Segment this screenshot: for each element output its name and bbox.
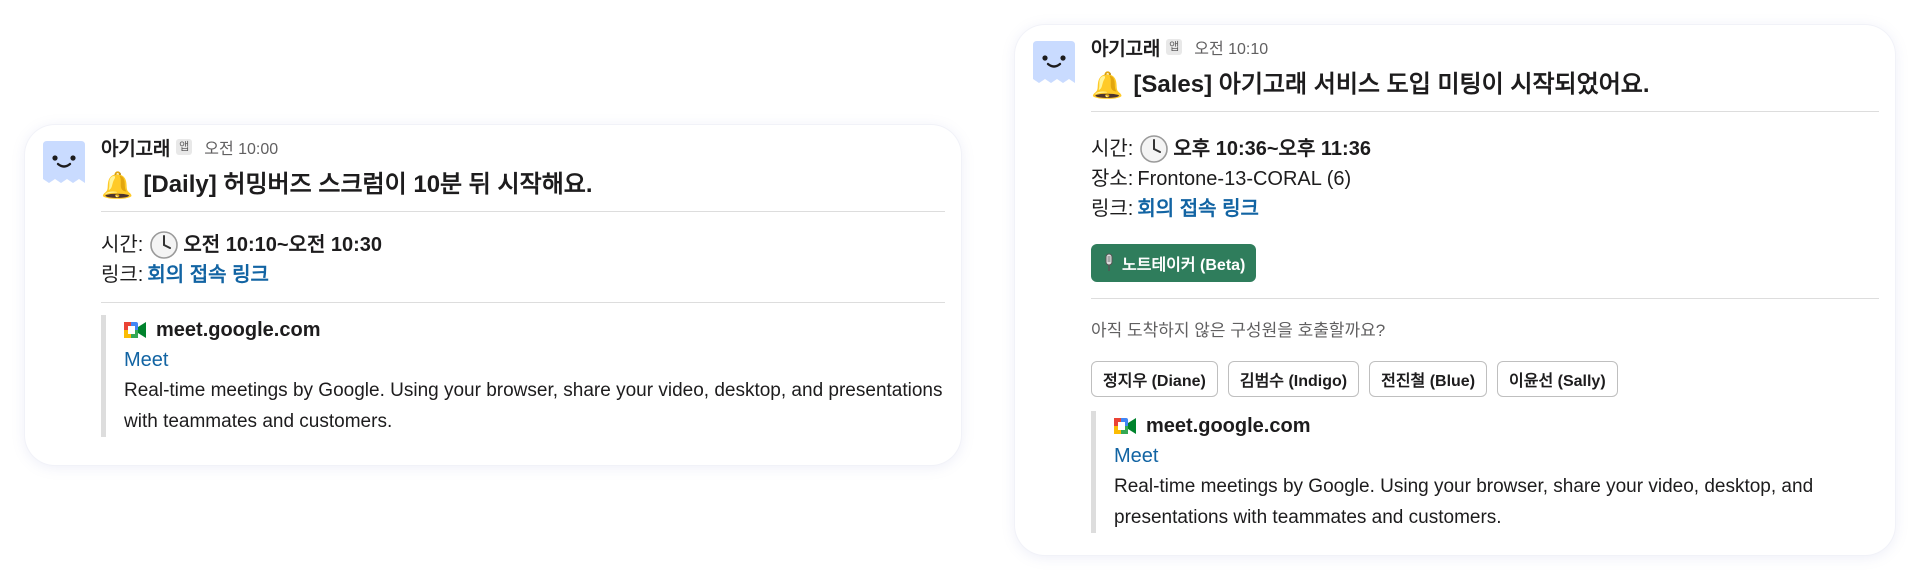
message-timestamp[interactable]: 오전 10:00 [204, 135, 278, 159]
sender-name[interactable]: 아기고래 [1091, 34, 1160, 61]
member-button-diane[interactable]: 정지우 (Diane) [1091, 361, 1218, 397]
google-meet-icon [1114, 417, 1136, 435]
google-meet-icon [124, 321, 146, 339]
meeting-join-link[interactable]: 회의 접속 링크 [147, 260, 269, 290]
member-button-indigo[interactable]: 김범수 (Indigo) [1227, 361, 1360, 397]
message-title: 🔔 [Daily] 허밍버즈 스크럼이 10분 뒤 시작해요. [101, 169, 947, 201]
link-preview: meet.google.com Meet Real-time meetings … [101, 315, 947, 437]
time-row: 시간: 오후 10:36~오후 11:36 [1091, 134, 1881, 164]
clock-icon [1139, 134, 1169, 164]
time-value: 오전 10:10~오전 10:30 [183, 234, 383, 256]
app-badge: 앱 [1166, 39, 1183, 55]
app-badge: 앱 [176, 139, 193, 155]
divider [101, 302, 945, 303]
microphone-icon [1102, 253, 1116, 273]
message-meta: 아기고래 앱 오전 10:00 [101, 134, 947, 161]
link-row: 링크: 회의 접속 링크 [1091, 194, 1881, 224]
message-content: 아기고래 앱 오전 10:10 🔔 [Sales] 아기고래 서비스 도입 미팅… [1091, 35, 1881, 533]
time-row: 시간: 오전 10:10~오전 10:30 [101, 230, 947, 260]
message-title-text: [Daily] 허밍버즈 스크럼이 10분 뒤 시작해요. [143, 171, 593, 198]
preview-title-link[interactable]: Meet [124, 345, 947, 375]
place-row: 장소: Frontone-13-CORAL (6) [1091, 164, 1881, 194]
preview-title-link[interactable]: Meet [1114, 441, 1881, 471]
time-label: 시간: [101, 234, 144, 256]
member-call-buttons: 정지우 (Diane) 김범수 (Indigo) 전진철 (Blue) 이윤선 … [1091, 361, 1881, 397]
time-value: 오후 10:36~오후 11:36 [1173, 138, 1371, 160]
link-label: 링크: [101, 264, 144, 286]
message-card-daily: 아기고래 앱 오전 10:00 🔔 [Daily] 허밍버즈 스크럼이 10분 … [25, 125, 961, 465]
message-timestamp[interactable]: 오전 10:10 [1194, 35, 1268, 59]
link-row: 링크: 회의 접속 링크 [101, 260, 947, 290]
message-title-text: [Sales] 아기고래 서비스 도입 미팅이 시작되었어요. [1133, 71, 1650, 98]
bell-icon: 🔔 [101, 170, 134, 200]
preview-site: meet.google.com [1114, 411, 1881, 441]
message-card-sales: 아기고래 앱 오전 10:10 🔔 [Sales] 아기고래 서비스 도입 미팅… [1015, 25, 1895, 555]
message-content: 아기고래 앱 오전 10:00 🔔 [Daily] 허밍버즈 스크럼이 10분 … [101, 135, 947, 437]
notetaker-button-label: 노트테이커 (Beta) [1122, 257, 1246, 274]
time-label: 시간: [1091, 138, 1134, 160]
bell-icon: 🔔 [1091, 70, 1124, 100]
whale-avatar[interactable] [1029, 39, 1079, 89]
message-meta: 아기고래 앱 오전 10:10 [1091, 34, 1881, 61]
place-label: 장소: [1091, 168, 1134, 190]
notetaker-button[interactable]: 노트테이커 (Beta) [1091, 244, 1257, 282]
member-button-sally[interactable]: 이윤선 (Sally) [1497, 361, 1618, 397]
clock-icon [149, 230, 179, 260]
preview-description: Real-time meetings by Google. Using your… [1114, 476, 1814, 528]
preview-site: meet.google.com [124, 315, 947, 345]
meeting-join-link[interactable]: 회의 접속 링크 [1137, 194, 1259, 224]
message-title: 🔔 [Sales] 아기고래 서비스 도입 미팅이 시작되었어요. [1091, 69, 1881, 101]
whale-avatar[interactable] [39, 139, 89, 189]
preview-site-name[interactable]: meet.google.com [1146, 411, 1310, 441]
place-value: Frontone-13-CORAL (6) [1137, 168, 1352, 190]
member-button-blue[interactable]: 전진철 (Blue) [1369, 361, 1488, 397]
preview-description: Real-time meetings by Google. Using your… [124, 380, 943, 432]
preview-site-name[interactable]: meet.google.com [156, 315, 320, 345]
link-label: 링크: [1091, 198, 1134, 220]
sender-name[interactable]: 아기고래 [101, 134, 170, 161]
link-preview: meet.google.com Meet Real-time meetings … [1091, 411, 1881, 533]
call-prompt: 아직 도착하지 않은 구성원을 호출할까요? [1091, 321, 1386, 340]
